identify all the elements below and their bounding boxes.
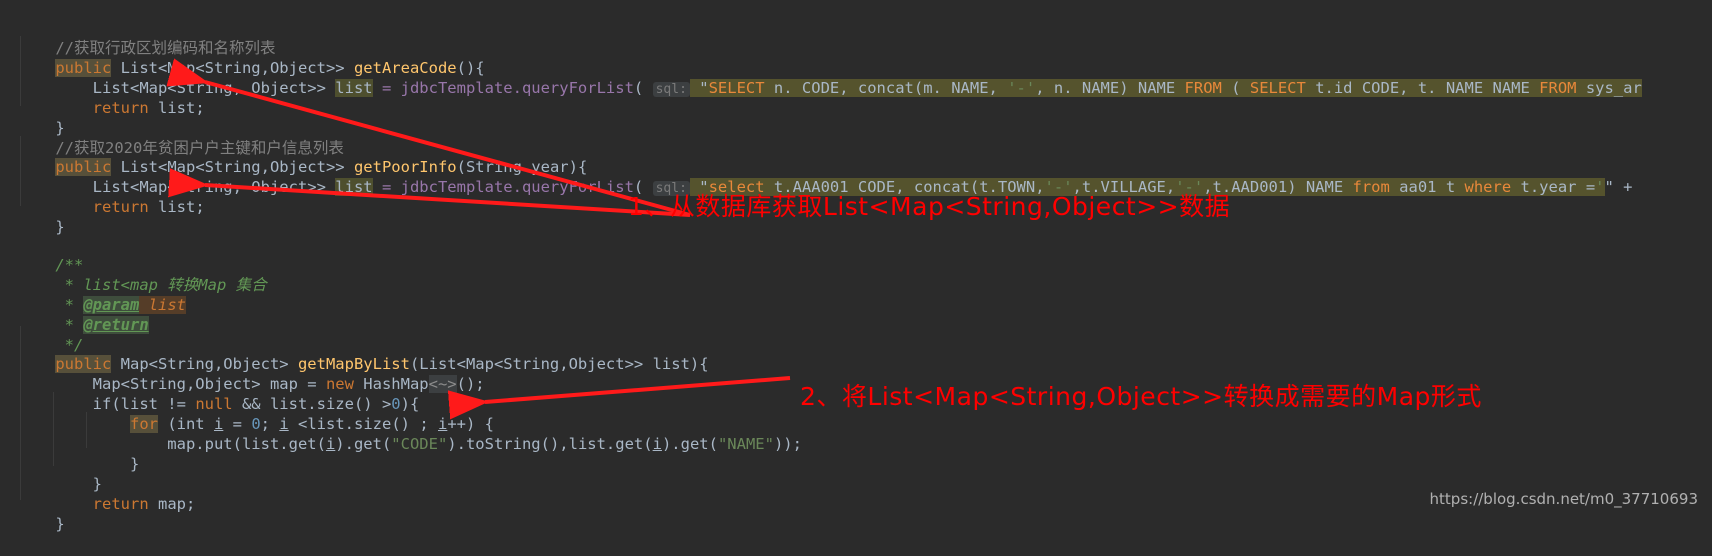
return-value: list; bbox=[148, 99, 205, 117]
sql-token: ' bbox=[1595, 178, 1605, 196]
map-put-b: ).get( bbox=[335, 435, 392, 453]
closing-brace: } bbox=[55, 515, 65, 533]
sql-token: t.year = bbox=[1511, 178, 1596, 196]
keyword-return: return bbox=[55, 198, 149, 216]
ctor-parens: (); bbox=[456, 375, 485, 393]
sql-token: sys_ar bbox=[1576, 79, 1642, 97]
sql-token: n. CODE, concat(m. NAME, bbox=[764, 79, 1008, 97]
sql-token: , n. NAME) NAME bbox=[1035, 79, 1185, 97]
watermark-url: https://blog.csdn.net/m0_37710693 bbox=[1429, 490, 1698, 508]
sql-token: aa01 t bbox=[1389, 178, 1465, 196]
sql-token: from bbox=[1352, 178, 1390, 196]
return-value: list; bbox=[148, 198, 205, 216]
keyword-return: return bbox=[55, 99, 149, 117]
sql-token: SELECT bbox=[708, 79, 765, 97]
string-code: "CODE" bbox=[391, 435, 448, 453]
map-put-d: ).get( bbox=[661, 435, 718, 453]
annotation-label-2: 2、将List<Map<String,Object>>转换成需要的Map形式 bbox=[800, 382, 1482, 411]
string-name: "NAME" bbox=[717, 435, 774, 453]
code-line: } bbox=[18, 494, 65, 554]
assign-template: = jdbcTemplate. bbox=[372, 79, 522, 97]
sql-token: FROM bbox=[1539, 79, 1577, 97]
loop-var-i: i bbox=[325, 435, 336, 453]
keyword-return: return bbox=[55, 495, 149, 513]
variable-list: list bbox=[335, 178, 373, 196]
paren-open: ( bbox=[633, 79, 653, 97]
method-call: queryForList bbox=[521, 178, 634, 196]
sql-string-1: SELECT n. CODE, concat(m. NAME, '-', n. … bbox=[708, 79, 1642, 97]
string-quote: " bbox=[689, 79, 709, 97]
return-value: map; bbox=[148, 495, 196, 513]
param-hint-sql: sql: bbox=[652, 82, 690, 97]
sql-string-2-suffix: " + bbox=[1604, 178, 1633, 196]
code-line: List<Map<String, Object>> list = jdbcTem… bbox=[18, 58, 1642, 120]
variable-list: list bbox=[335, 79, 373, 97]
javadoc-return-tag: @return bbox=[83, 316, 149, 334]
diamond-hint-icon: <~> bbox=[428, 375, 457, 393]
annotation-label-1: 1、从数据库获取List<Map<String,Object>>数据 bbox=[628, 192, 1231, 221]
sql-token: ( bbox=[1221, 79, 1250, 97]
sql-token: FROM bbox=[1184, 79, 1222, 97]
map-put-c: ).toString(),list.get( bbox=[447, 435, 653, 453]
sql-token: '-' bbox=[1007, 79, 1036, 97]
sql-token: where bbox=[1464, 178, 1512, 196]
map-put-e: )); bbox=[773, 435, 802, 453]
closing-brace: } bbox=[55, 218, 65, 236]
code-editor[interactable]: //获取行政区划编码和名称列表 public List<Map<String,O… bbox=[0, 0, 1712, 556]
loop-var-i: i bbox=[652, 435, 662, 453]
sql-token: SELECT bbox=[1249, 79, 1306, 97]
assign-template: = jdbcTemplate. bbox=[372, 178, 522, 196]
method-call: queryForList bbox=[521, 79, 634, 97]
sql-token: t.id CODE, t. NAME NAME bbox=[1305, 79, 1540, 97]
